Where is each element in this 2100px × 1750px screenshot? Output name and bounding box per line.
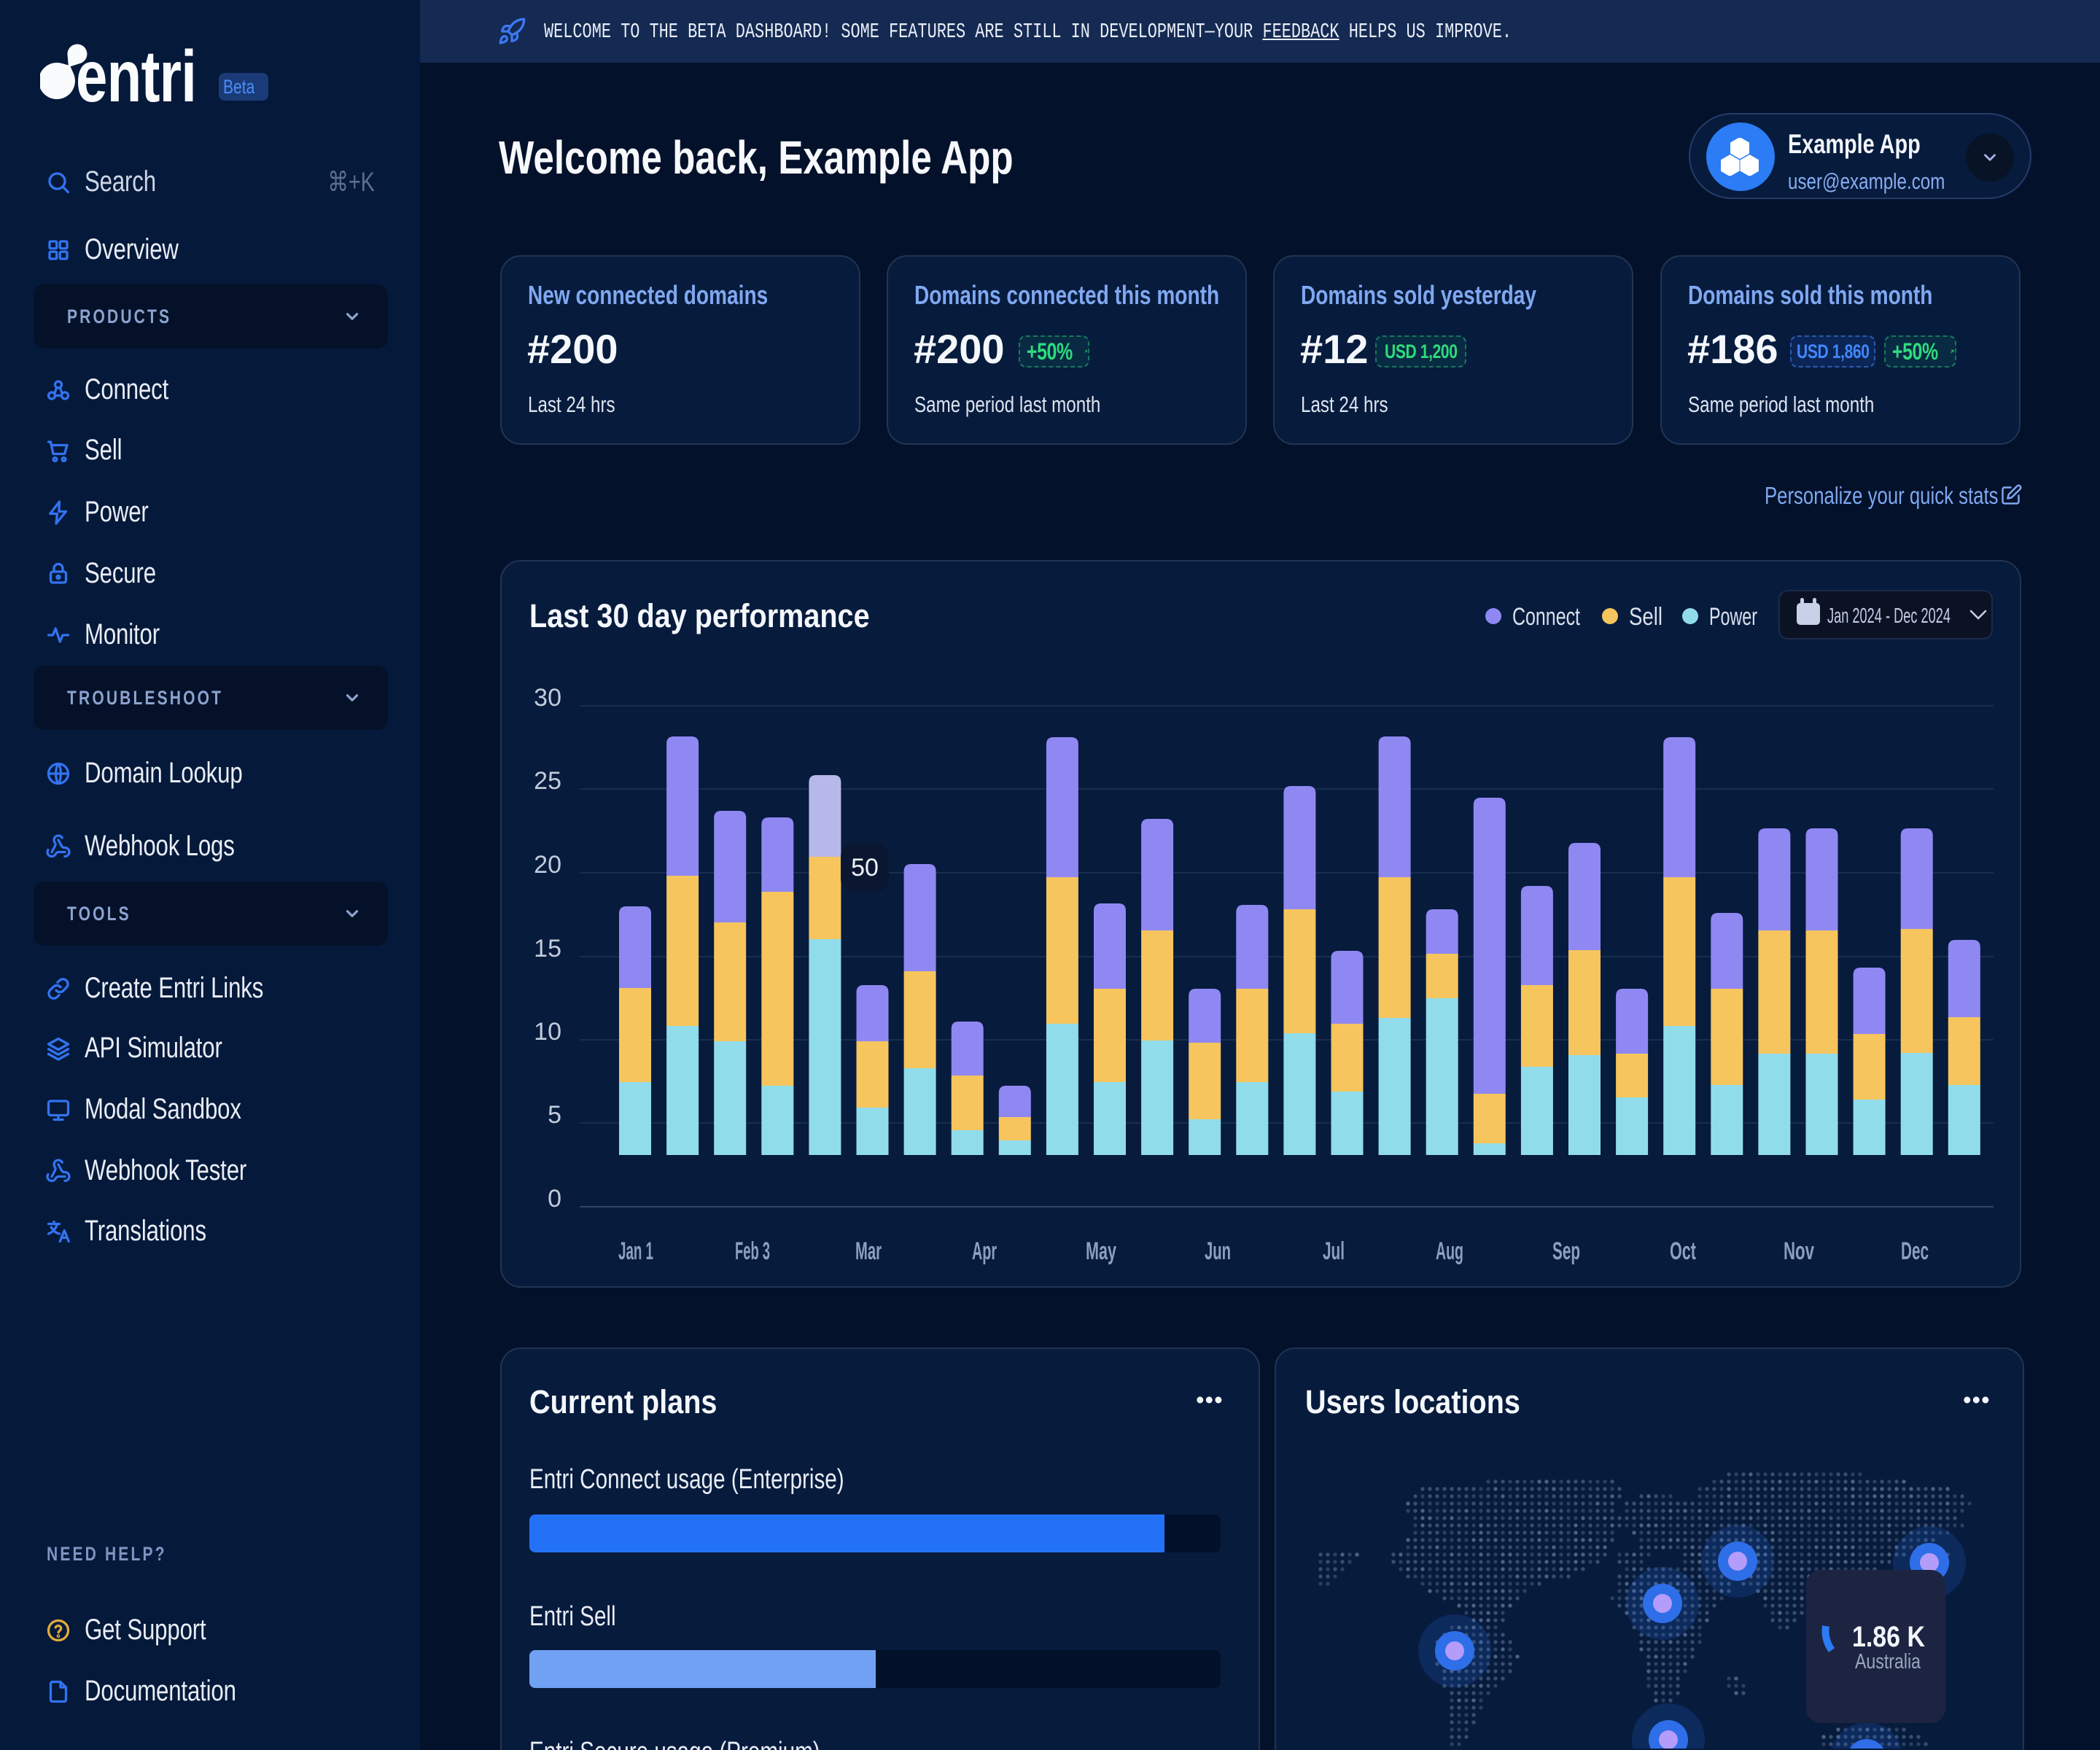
svg-text:Feb 3: Feb 3 <box>735 1237 770 1265</box>
svg-text:Connect: Connect <box>1512 603 1580 631</box>
svg-text:Sell: Sell <box>1629 603 1662 631</box>
svg-text:10: 10 <box>534 1018 561 1046</box>
svg-text:20: 20 <box>534 851 561 879</box>
svg-text:May: May <box>1086 1237 1116 1265</box>
svg-text:Jan 2024 - Dec 2024: Jan 2024 - Dec 2024 <box>1827 604 1951 628</box>
svg-text:0: 0 <box>548 1185 561 1213</box>
svg-text:Mar: Mar <box>855 1237 882 1265</box>
svg-text:15: 15 <box>534 935 561 962</box>
svg-text:Australia: Australia <box>1855 1650 1921 1673</box>
svg-text:Jul: Jul <box>1323 1237 1345 1265</box>
svg-text:Jun: Jun <box>1205 1237 1231 1265</box>
svg-text:Sep: Sep <box>1552 1237 1580 1265</box>
svg-text:Power: Power <box>1709 603 1757 631</box>
svg-text:Nov: Nov <box>1784 1237 1814 1265</box>
svg-text:1.86 K: 1.86 K <box>1852 1621 1925 1653</box>
svg-text:30: 30 <box>534 684 561 712</box>
svg-text:25: 25 <box>534 767 561 795</box>
svg-text:50: 50 <box>851 854 879 882</box>
svg-text:Oct: Oct <box>1670 1237 1696 1265</box>
svg-text:5: 5 <box>548 1101 561 1129</box>
svg-text:Apr: Apr <box>972 1237 997 1265</box>
svg-text:Dec: Dec <box>1901 1237 1929 1265</box>
svg-text:Jan 1: Jan 1 <box>618 1237 653 1265</box>
svg-text:Aug: Aug <box>1436 1237 1463 1265</box>
